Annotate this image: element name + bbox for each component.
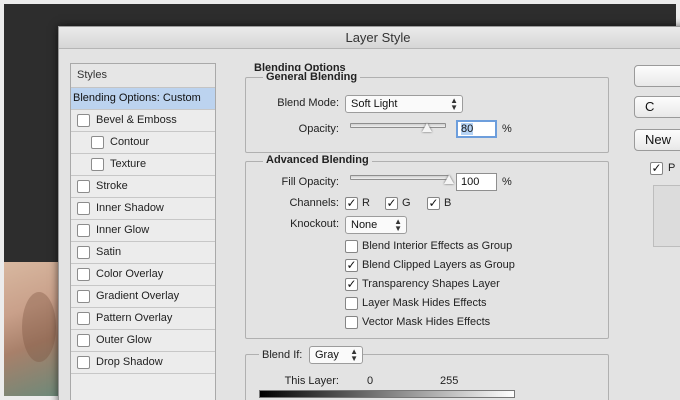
select-arrows-icon: ▲ ▼ [394,217,402,233]
this-layer-label: This Layer: [284,375,339,387]
opacity-label: Opacity: [298,123,339,135]
advanced-blending-title: Advanced Blending [263,154,372,166]
opacity-slider-thumb[interactable] [421,123,432,132]
blend-mode-select[interactable]: Soft Light ▲ ▼ [345,95,463,113]
style-item-label: Satin [96,246,122,258]
channel-g-checkbox[interactable]: ✓ [385,197,398,210]
style-item-outer-glow[interactable]: Outer Glow [71,330,215,352]
photo-face-shade [22,292,56,362]
style-item-label: Outer Glow [96,334,152,346]
channel-label: B [444,197,452,209]
this-layer-min: 0 [367,375,374,387]
style-item-color-overlay[interactable]: Color Overlay [71,264,215,286]
opacity-unit: % [502,123,512,135]
option-label: Layer Mask Hides Effects [362,297,487,309]
channel-r-checkbox[interactable]: ✓ [345,197,358,210]
this-layer-gradient-bar[interactable] [259,390,515,398]
option-checkbox-blend-clipped-layers-as-group[interactable]: ✓ [345,259,358,272]
style-item-label: Inner Glow [96,224,150,236]
styles-list: Styles Blending Options: Custom Bevel & E… [70,63,216,400]
style-item-label: Contour [110,136,150,148]
select-arrows-icon: ▲ ▼ [450,96,458,112]
style-checkbox[interactable] [77,180,90,193]
channels-label: Channels: [289,197,339,209]
option-checkbox-transparency-shapes-layer[interactable]: ✓ [345,278,358,291]
option-checkbox-vector-mask-hides-effects[interactable] [345,316,358,329]
general-blending-title: General Blending [263,71,361,83]
channel-label: G [402,197,411,209]
fill-opacity-label: Fill Opacity: [281,176,339,188]
channel-label: R [362,197,370,209]
style-checkbox[interactable] [77,246,90,259]
channel-b-checkbox[interactable]: ✓ [427,197,440,210]
opacity-value: 80 [461,123,474,135]
style-item-label: Blending Options: Custom [73,92,201,104]
style-item-satin[interactable]: Satin [71,242,215,264]
knockout-label: Knockout: [290,218,339,230]
style-checkbox[interactable] [77,334,90,347]
option-label: Blend Clipped Layers as Group [362,259,515,271]
style-item-bevel-emboss[interactable]: Bevel & Emboss [71,110,215,132]
layer-style-dialog: Layer Style Styles Blending Options: Cus… [58,26,680,400]
option-checkbox-blend-interior-effects-as-group[interactable] [345,240,358,253]
knockout-value: None [351,219,378,231]
style-item-inner-glow[interactable]: Inner Glow [71,220,215,242]
style-item-label: Texture [110,158,147,170]
styles-header[interactable]: Styles [71,64,215,88]
style-item-stroke[interactable]: Stroke [71,176,215,198]
fill-opacity-input[interactable]: 100 [456,173,497,191]
style-item-label: Stroke [96,180,128,192]
style-item-label: Bevel & Emboss [96,114,177,126]
ok-button[interactable] [634,65,680,87]
canvas-photo [4,262,64,396]
opacity-input[interactable]: 80 [456,120,497,138]
preview-thumbnail [653,185,680,247]
style-checkbox[interactable] [91,136,104,149]
style-checkbox[interactable] [77,356,90,369]
style-item-gradient-overlay[interactable]: Gradient Overlay [71,286,215,308]
style-item-label: Inner Shadow [96,202,164,214]
fill-opacity-slider-track[interactable] [350,175,449,180]
style-checkbox[interactable] [77,268,90,281]
style-item-contour[interactable]: Contour [71,132,215,154]
dialog-title: Layer Style [59,27,680,49]
knockout-select[interactable]: None ▲ ▼ [345,216,407,234]
style-checkbox[interactable] [77,312,90,325]
this-layer-max: 255 [440,375,459,387]
blend-mode-value: Soft Light [351,98,398,110]
new-style-button[interactable]: New [634,129,680,151]
fill-opacity-value: 100 [461,176,480,188]
style-item-label: Drop Shadow [96,356,163,368]
general-blending-group [245,77,609,153]
style-item-label: Color Overlay [96,268,164,280]
style-item-inner-shadow[interactable]: Inner Shadow [71,198,215,220]
style-item-pattern-overlay[interactable]: Pattern Overlay [71,308,215,330]
style-checkbox[interactable] [77,114,90,127]
blend-if-value: Gray [315,349,339,361]
fill-opacity-slider-thumb[interactable] [444,175,454,184]
blend-mode-label: Blend Mode: [277,97,339,109]
option-label: Transparency Shapes Layer [362,278,500,290]
style-item-label: Pattern Overlay [96,312,173,324]
preview-checkbox[interactable]: ✓ [650,162,663,175]
select-arrows-icon: ▲ ▼ [350,347,358,363]
option-label: Blend Interior Effects as Group [362,240,513,252]
blend-if-select[interactable]: Gray ▲ ▼ [309,346,363,364]
style-item-drop-shadow[interactable]: Drop Shadow [71,352,215,374]
style-checkbox[interactable] [77,202,90,215]
style-item-texture[interactable]: Texture [71,154,215,176]
style-checkbox[interactable] [91,158,104,171]
style-item-blending-options-custom[interactable]: Blending Options: Custom [71,88,215,110]
preview-label: P [668,162,676,174]
option-checkbox-layer-mask-hides-effects[interactable] [345,297,358,310]
fill-opacity-unit: % [502,176,512,188]
option-label: Vector Mask Hides Effects [362,316,491,328]
cancel-button[interactable]: C [634,96,680,118]
style-checkbox[interactable] [77,290,90,303]
style-checkbox[interactable] [77,224,90,237]
style-item-label: Gradient Overlay [96,290,180,302]
